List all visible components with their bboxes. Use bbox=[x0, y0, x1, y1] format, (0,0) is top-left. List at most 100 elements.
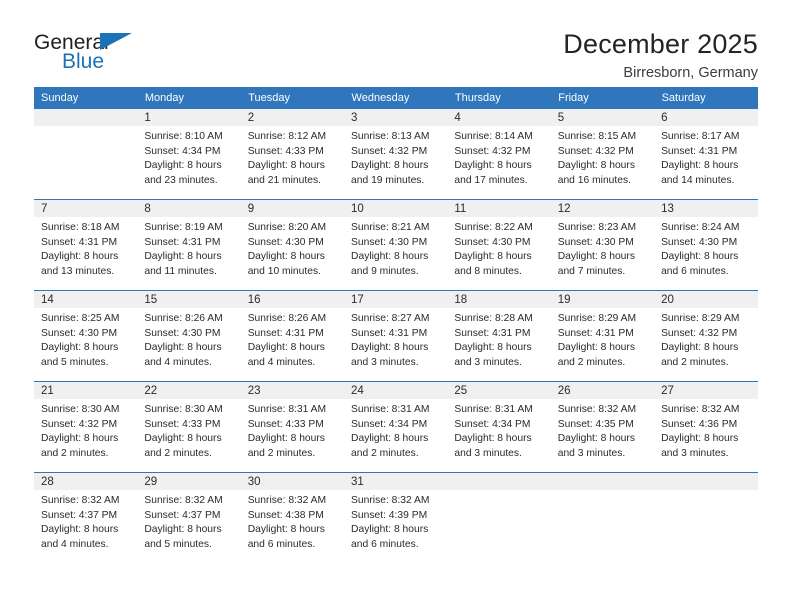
calendar-day-cell[interactable]: 4 Sunrise: 8:14 AM Sunset: 4:32 PM Daylight… bbox=[447, 109, 551, 200]
calendar-day-cell[interactable]: 26 Sunrise: 8:32 AM Sunset: 4:35 PM Dayligh… bbox=[550, 381, 655, 473]
calendar-day-cell[interactable]: 18 Sunrise: 8:28 AM Sunset: 4:31 PM Dayligh… bbox=[447, 290, 551, 382]
daylight-text-line1: Daylight: 8 hours bbox=[144, 433, 222, 444]
daylight-text-line2: and 17 minutes. bbox=[454, 174, 528, 186]
calendar-day-cell[interactable]: 20 Sunrise: 8:29 AM Sunset: 4:32 PM Dayligh… bbox=[654, 290, 758, 382]
calendar-day-cell[interactable]: 13 Sunrise: 8:24 AM Sunset: 4:30 PM Dayligh… bbox=[654, 199, 758, 291]
sunrise-text: Sunrise: 8:20 AM bbox=[247, 222, 327, 233]
calendar-day-cell[interactable]: 2 Sunrise: 8:12 AM Sunset: 4:33 PM Daylight… bbox=[240, 109, 345, 200]
calendar-day-cell[interactable]: 30 Sunrise: 8:32 AM Sunset: 4:38 PM Dayligh… bbox=[240, 472, 345, 565]
day-number: 5 bbox=[550, 109, 655, 126]
sunset-text: Sunset: 4:31 PM bbox=[661, 145, 738, 157]
daylight-text-line2: and 16 minutes. bbox=[557, 174, 631, 186]
day-number: 29 bbox=[137, 473, 241, 490]
calendar-day-cell[interactable]: 31 Sunrise: 8:32 AM Sunset: 4:39 PM Dayligh… bbox=[344, 472, 448, 565]
sunset-text: Sunset: 4:37 PM bbox=[41, 509, 118, 521]
sunset-text: Sunset: 4:36 PM bbox=[661, 418, 738, 430]
day-details: Sunrise: 8:31 AM Sunset: 4:34 PM Daylight:… bbox=[447, 399, 550, 461]
sunrise-text: Sunrise: 8:31 AM bbox=[454, 404, 533, 415]
daylight-text-line2: and 6 minutes. bbox=[351, 538, 419, 550]
day-number: 17 bbox=[344, 291, 448, 308]
title-block: December 2025 Birresborn, Germany bbox=[563, 30, 758, 82]
sunrise-text: Sunrise: 8:13 AM bbox=[351, 131, 430, 142]
calendar-day-cell[interactable]: 29 Sunrise: 8:32 AM Sunset: 4:37 PM Dayligh… bbox=[137, 472, 241, 565]
sunrise-text: Sunrise: 8:25 AM bbox=[41, 313, 120, 324]
day-number: 16 bbox=[240, 291, 345, 308]
day-number: 2 bbox=[240, 109, 345, 126]
day-number: 3 bbox=[344, 109, 448, 126]
calendar-day-cell[interactable]: 16 Sunrise: 8:26 AM Sunset: 4:31 PM Dayligh… bbox=[240, 290, 345, 382]
sunset-text: Sunset: 4:30 PM bbox=[454, 236, 531, 248]
daylight-text-line1: Daylight: 8 hours bbox=[144, 251, 222, 262]
daylight-text-line2: and 4 minutes. bbox=[144, 356, 212, 368]
calendar-day-cell[interactable]: 10 Sunrise: 8:21 AM Sunset: 4:30 PM Dayligh… bbox=[344, 199, 448, 291]
calendar-day-cell[interactable]: 5 Sunrise: 8:15 AM Sunset: 4:32 PM Daylight… bbox=[550, 109, 655, 200]
calendar-day-cell[interactable]: 11 Sunrise: 8:22 AM Sunset: 4:30 PM Dayligh… bbox=[447, 199, 551, 291]
day-number: 21 bbox=[34, 382, 138, 399]
sunset-text: Sunset: 4:30 PM bbox=[144, 327, 221, 339]
calendar-day-cell[interactable]: 17 Sunrise: 8:27 AM Sunset: 4:31 PM Dayligh… bbox=[344, 290, 448, 382]
calendar-day-cell[interactable]: 9 Sunrise: 8:20 AM Sunset: 4:30 PM Daylight… bbox=[240, 199, 345, 291]
sunrise-text: Sunrise: 8:14 AM bbox=[454, 131, 533, 142]
daylight-text-line1: Daylight: 8 hours bbox=[41, 251, 119, 262]
sunset-text: Sunset: 4:33 PM bbox=[247, 418, 324, 430]
day-details: Sunrise: 8:18 AM Sunset: 4:31 PM Daylight:… bbox=[34, 217, 137, 279]
calendar-day-cell[interactable]: 14 Sunrise: 8:25 AM Sunset: 4:30 PM Dayligh… bbox=[34, 290, 138, 382]
calendar-day-cell[interactable]: 23 Sunrise: 8:31 AM Sunset: 4:33 PM Dayligh… bbox=[240, 381, 345, 473]
day-details: Sunrise: 8:26 AM Sunset: 4:31 PM Daylight:… bbox=[241, 308, 344, 370]
calendar-day-cell[interactable]: 24 Sunrise: 8:31 AM Sunset: 4:34 PM Dayligh… bbox=[344, 381, 448, 473]
sunrise-text: Sunrise: 8:32 AM bbox=[247, 495, 327, 506]
calendar-body: 1 Sunrise: 8:10 AM Sunset: 4:34 PM Daylight… bbox=[34, 109, 758, 565]
calendar-week-row: 21 Sunrise: 8:30 AM Sunset: 4:32 PM Dayligh… bbox=[34, 381, 758, 473]
sunrise-text: Sunrise: 8:31 AM bbox=[351, 404, 430, 415]
daylight-text-line1: Daylight: 8 hours bbox=[557, 160, 635, 171]
day-details: Sunrise: 8:32 AM Sunset: 4:38 PM Daylight:… bbox=[241, 490, 344, 552]
day-details: Sunrise: 8:30 AM Sunset: 4:33 PM Daylight:… bbox=[137, 399, 240, 461]
calendar-day-cell[interactable]: 21 Sunrise: 8:30 AM Sunset: 4:32 PM Dayligh… bbox=[34, 381, 138, 473]
calendar-day-cell[interactable]: 3 Sunrise: 8:13 AM Sunset: 4:32 PM Daylight… bbox=[344, 109, 448, 200]
daylight-text-line2: and 6 minutes. bbox=[247, 538, 316, 550]
day-details: Sunrise: 8:32 AM Sunset: 4:35 PM Daylight:… bbox=[551, 399, 654, 461]
calendar-day-cell[interactable]: 1 Sunrise: 8:10 AM Sunset: 4:34 PM Daylight… bbox=[137, 109, 241, 200]
sunset-text: Sunset: 4:32 PM bbox=[454, 145, 531, 157]
day-details: Sunrise: 8:32 AM Sunset: 4:39 PM Daylight:… bbox=[344, 490, 447, 552]
day-number: 24 bbox=[344, 382, 448, 399]
daylight-text-line2: and 4 minutes. bbox=[247, 356, 316, 368]
day-number: 22 bbox=[137, 382, 241, 399]
day-number bbox=[550, 473, 655, 490]
day-details: Sunrise: 8:29 AM Sunset: 4:32 PM Daylight:… bbox=[654, 308, 757, 370]
calendar-day-cell[interactable]: 12 Sunrise: 8:23 AM Sunset: 4:30 PM Dayligh… bbox=[550, 199, 655, 291]
calendar-day-cell[interactable]: 6 Sunrise: 8:17 AM Sunset: 4:31 PM Daylight… bbox=[654, 109, 758, 200]
daylight-text-line1: Daylight: 8 hours bbox=[247, 524, 325, 535]
calendar-header-row: Sunday Monday Tuesday Wednesday Thursday Frid… bbox=[34, 87, 759, 109]
sunset-text: Sunset: 4:31 PM bbox=[351, 327, 428, 339]
weekday-header-thursday: Thursday bbox=[447, 87, 552, 109]
day-details: Sunrise: 8:30 AM Sunset: 4:32 PM Daylight:… bbox=[34, 399, 137, 461]
calendar-day-cell[interactable]: 27 Sunrise: 8:32 AM Sunset: 4:36 PM Dayligh… bbox=[654, 381, 758, 473]
sunset-text: Sunset: 4:39 PM bbox=[351, 509, 428, 521]
daylight-text-line1: Daylight: 8 hours bbox=[247, 433, 325, 444]
weekday-header-sunday: Sunday bbox=[34, 87, 138, 109]
calendar-day-cell[interactable]: 25 Sunrise: 8:31 AM Sunset: 4:34 PM Dayligh… bbox=[447, 381, 551, 473]
day-number: 11 bbox=[447, 200, 551, 217]
sunset-text: Sunset: 4:30 PM bbox=[661, 236, 738, 248]
day-number: 9 bbox=[240, 200, 345, 217]
general-blue-logo[interactable]: General Blue bbox=[34, 30, 154, 78]
daylight-text-line2: and 23 minutes. bbox=[144, 174, 218, 186]
day-number: 28 bbox=[34, 473, 138, 490]
sunrise-text: Sunrise: 8:24 AM bbox=[661, 222, 740, 233]
daylight-text-line2: and 5 minutes. bbox=[41, 356, 109, 368]
calendar-day-cell[interactable]: 22 Sunrise: 8:30 AM Sunset: 4:33 PM Dayligh… bbox=[137, 381, 241, 473]
daylight-text-line2: and 3 minutes. bbox=[454, 447, 522, 459]
calendar-day-cell[interactable]: 15 Sunrise: 8:26 AM Sunset: 4:30 PM Dayligh… bbox=[137, 290, 241, 382]
calendar-day-cell[interactable]: 8 Sunrise: 8:19 AM Sunset: 4:31 PM Daylight… bbox=[137, 199, 241, 291]
sunrise-text: Sunrise: 8:22 AM bbox=[454, 222, 533, 233]
calendar-day-cell[interactable]: 7 Sunrise: 8:18 AM Sunset: 4:31 PM Daylight… bbox=[34, 199, 138, 291]
calendar-day-cell[interactable]: 19 Sunrise: 8:29 AM Sunset: 4:31 PM Dayligh… bbox=[550, 290, 655, 382]
calendar-day-cell[interactable]: 28 Sunrise: 8:32 AM Sunset: 4:37 PM Dayligh… bbox=[34, 472, 138, 565]
sunset-text: Sunset: 4:30 PM bbox=[351, 236, 428, 248]
daylight-text-line2: and 2 minutes. bbox=[247, 447, 316, 459]
day-number: 23 bbox=[240, 382, 345, 399]
sunrise-text: Sunrise: 8:32 AM bbox=[557, 404, 637, 415]
sunrise-text: Sunrise: 8:23 AM bbox=[557, 222, 637, 233]
day-details: Sunrise: 8:31 AM Sunset: 4:33 PM Daylight:… bbox=[241, 399, 344, 461]
